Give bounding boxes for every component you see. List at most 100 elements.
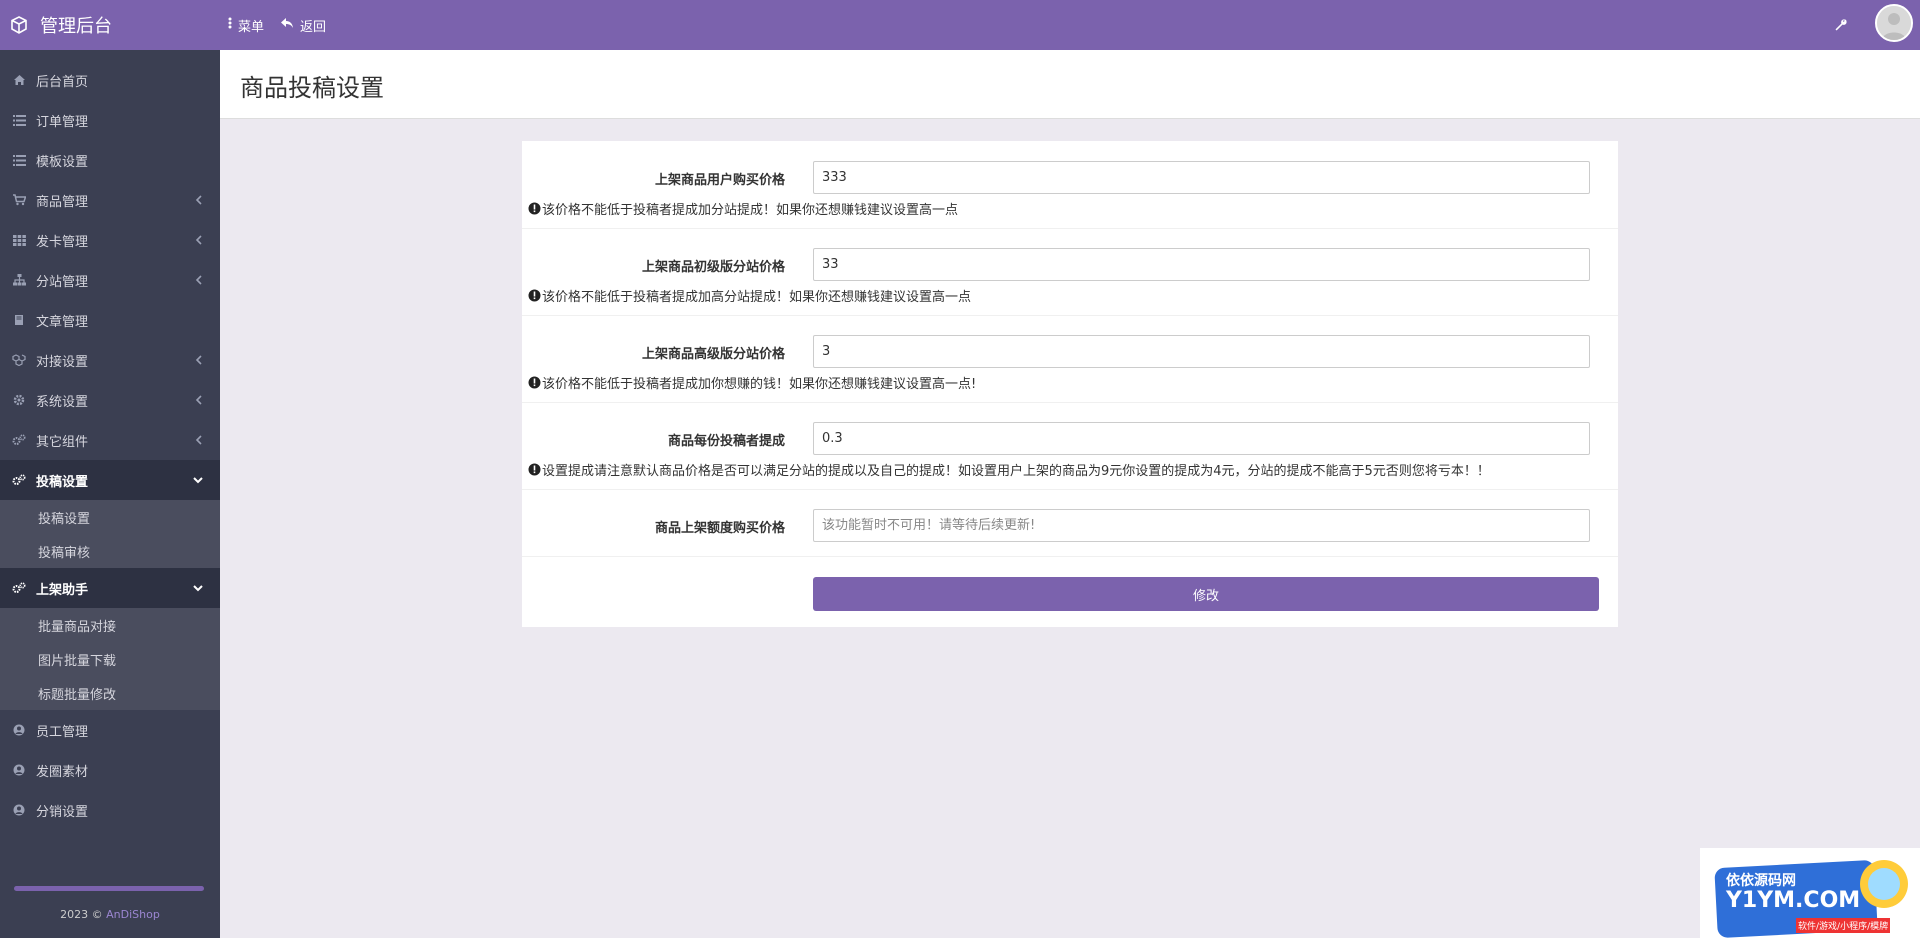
chevron-down-icon — [193, 477, 203, 484]
menu-label: 菜单 — [238, 19, 265, 35]
info-circle-icon — [528, 289, 541, 302]
app-title: 管理后台 — [40, 16, 112, 37]
form-row-quota-price: 商品上架额度购买价格 — [522, 489, 1618, 557]
chevron-left-icon — [195, 195, 202, 205]
sidebar-item-dashboard[interactable]: 后台首页 — [0, 60, 220, 100]
sidebar-item-distribution[interactable]: 分销设置 — [0, 790, 220, 830]
chevron-left-icon — [195, 395, 202, 405]
field-label: 商品上架额度购买价格 — [654, 521, 785, 536]
watermark-text: 依依源码网 — [1726, 873, 1796, 889]
sidebar-item-cards[interactable]: 发卡管理 — [0, 220, 220, 260]
gears-icon — [12, 473, 26, 487]
sidebar-item-orders[interactable]: 订单管理 — [0, 100, 220, 140]
senior-substation-price-input[interactable] — [813, 335, 1590, 368]
page-title: 商品投稿设置 — [240, 74, 384, 102]
footer-brand-link[interactable]: AnDiShop — [106, 908, 160, 921]
watermark-tagline: 软件/游戏/小程序/模牌 — [1796, 918, 1891, 933]
field-hint: 该价格不能低于投稿者提成加分站提成！如果你还想赚钱建议设置高一点 — [528, 199, 958, 218]
sidebar-item-listing-assistant[interactable]: 上架助手 — [0, 568, 220, 608]
copyright: 2023 © AnDiShop — [0, 908, 220, 921]
submenu-listing-assistant: 批量商品对接 图片批量下载 标题批量修改 — [0, 608, 220, 710]
menu-toggle-button[interactable]: 菜单 — [228, 16, 264, 35]
field-hint: 设置提成请注意默认商品价格是否可以满足分站的提成以及自己的提成！如设置用户上架的… — [528, 460, 1490, 479]
sidebar-item-staff[interactable]: 员工管理 — [0, 710, 220, 750]
gear-icon — [12, 393, 26, 407]
sidebar-item-label: 员工管理 — [36, 724, 89, 740]
info-circle-icon — [528, 463, 541, 476]
reply-icon — [280, 17, 294, 33]
home-icon — [12, 73, 26, 87]
sidebar-item-materials[interactable]: 发圈素材 — [0, 750, 220, 790]
chevron-down-icon — [193, 585, 203, 592]
sidebar-item-products[interactable]: 商品管理 — [0, 180, 220, 220]
copyright-year: 2023 © — [60, 908, 103, 921]
sidebar-item-submission[interactable]: 投稿设置 — [0, 460, 220, 500]
grid-icon — [12, 233, 26, 247]
chevron-left-icon — [195, 355, 202, 365]
junior-substation-price-input[interactable] — [813, 248, 1590, 281]
magnifier-icon — [1860, 860, 1908, 908]
top-navbar: 管理后台 菜单 返回 — [0, 0, 1920, 50]
sidebar-item-label: 对接设置 — [36, 354, 89, 370]
sidebar-item-label: 分销设置 — [36, 804, 89, 820]
form-row-senior-price: 上架商品高级版分站价格 该价格不能低于投稿者提成加你想赚的钱！如果你还想赚钱建议… — [522, 315, 1618, 403]
field-hint: 该价格不能低于投稿者提成加你想赚的钱！如果你还想赚钱建议设置高一点! — [528, 373, 976, 392]
sidebar-item-label: 模板设置 — [36, 154, 89, 170]
page-header: 商品投稿设置 — [220, 50, 1920, 119]
submenu-submission: 投稿设置 投稿审核 — [0, 500, 220, 568]
watermark-domain: Y1YM.COM — [1726, 888, 1861, 913]
submenu-item-batch-integration[interactable]: 批量商品对接 — [0, 608, 220, 642]
user-price-input[interactable] — [813, 161, 1590, 194]
field-label: 上架商品高级版分站价格 — [641, 347, 785, 362]
shopping-cart-icon — [12, 193, 26, 207]
sidebar-progress-bar — [14, 886, 204, 891]
watermark-logo: 依依源码网 Y1YM.COM 软件/游戏/小程序/模牌 — [1700, 848, 1920, 938]
back-label: 返回 — [300, 19, 327, 35]
field-label: 上架商品用户购买价格 — [654, 173, 785, 188]
brand[interactable]: 管理后台 — [0, 0, 220, 50]
sidebar-item-label: 其它组件 — [36, 434, 89, 450]
sidebar-footer: 2023 © AnDiShop — [0, 882, 220, 938]
list-icon — [12, 153, 26, 167]
user-circle-icon — [12, 803, 26, 817]
settings-form-panel: 上架商品用户购买价格 该价格不能低于投稿者提成加分站提成！如果你还想赚钱建议设置… — [522, 141, 1618, 627]
gears-icon — [12, 581, 26, 595]
sidebar-item-label: 系统设置 — [36, 394, 89, 410]
field-hint: 该价格不能低于投稿者提成加高分站提成！如果你还想赚钱建议设置高一点 — [528, 286, 971, 305]
sidebar-item-label: 上架助手 — [36, 582, 89, 598]
sidebar-item-substations[interactable]: 分站管理 — [0, 260, 220, 300]
form-row-junior-price: 上架商品初级版分站价格 该价格不能低于投稿者提成加高分站提成！如果你还想赚钱建议… — [522, 228, 1618, 316]
sitemap-icon — [12, 273, 26, 287]
user-circle-icon — [12, 763, 26, 777]
sidebar-item-templates[interactable]: 模板设置 — [0, 140, 220, 180]
info-circle-icon — [528, 202, 541, 215]
sidebar-item-components[interactable]: 其它组件 — [0, 420, 220, 460]
sidebar-item-label: 发卡管理 — [36, 234, 89, 250]
wrench-icon[interactable] — [1832, 16, 1850, 34]
submit-button[interactable]: 修改 — [813, 577, 1599, 611]
submenu-item-batch-title-edit[interactable]: 标题批量修改 — [0, 676, 220, 710]
field-hint-text: 设置提成请注意默认商品价格是否可以满足分站的提成以及自己的提成！如设置用户上架的… — [542, 464, 1490, 479]
chevron-left-icon — [195, 235, 202, 245]
field-hint-text: 该价格不能低于投稿者提成加你想赚的钱！如果你还想赚钱建议设置高一点! — [542, 377, 977, 392]
form-row-user-price: 上架商品用户购买价格 该价格不能低于投稿者提成加分站提成！如果你还想赚钱建议设置… — [522, 141, 1618, 229]
listing-quota-price-input[interactable] — [813, 509, 1590, 542]
field-hint-text: 该价格不能低于投稿者提成加高分站提成！如果你还想赚钱建议设置高一点 — [542, 290, 972, 305]
gears-icon — [12, 433, 26, 447]
sidebar-item-system[interactable]: 系统设置 — [0, 380, 220, 420]
user-avatar[interactable] — [1875, 4, 1913, 42]
field-label: 商品每份投稿者提成 — [667, 434, 785, 449]
chevron-left-icon — [195, 435, 202, 445]
chevron-left-icon — [195, 275, 202, 285]
submenu-item-submission-review[interactable]: 投稿审核 — [0, 534, 220, 568]
form-row-commission: 商品每份投稿者提成 设置提成请注意默认商品价格是否可以满足分站的提成以及自己的提… — [522, 402, 1618, 490]
sidebar: 后台首页 订单管理 模板设置 商品管理 发卡管理 分站管理 文章管理 对接设置 … — [0, 50, 220, 938]
sidebar-item-integration[interactable]: 对接设置 — [0, 340, 220, 380]
submenu-item-submission-settings[interactable]: 投稿设置 — [0, 500, 220, 534]
back-button[interactable]: 返回 — [280, 16, 326, 35]
field-label: 上架商品初级版分站价格 — [641, 260, 785, 275]
sidebar-item-articles[interactable]: 文章管理 — [0, 300, 220, 340]
submenu-item-batch-image-download[interactable]: 图片批量下载 — [0, 642, 220, 676]
sidebar-item-label: 订单管理 — [36, 114, 89, 130]
submitter-commission-input[interactable] — [813, 422, 1590, 455]
